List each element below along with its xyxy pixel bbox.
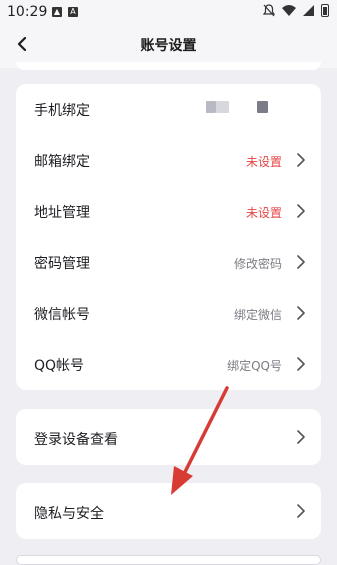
row-label: 登录设备查看 [34,432,118,448]
account-card: 手机绑定 邮箱绑定 未设置 地址管理 未设置 密码管理 修改密码 微信帐号 绑定… [16,84,321,390]
devices-card: 登录设备查看 [16,409,321,465]
chevron-right-icon [297,153,305,167]
image-notification-icon: ▲ [52,7,62,17]
chevron-right-icon [297,204,305,218]
wechat-account-row[interactable]: 微信帐号 绑定微信 [16,288,321,339]
row-value: 修改密码 [233,257,282,271]
chevron-right-icon [297,357,305,371]
row-value: 绑定微信 [233,308,282,322]
chevron-right-icon [297,255,305,269]
row-label: QQ帐号 [34,358,85,374]
privacy-security-row[interactable]: 隐私与安全 [16,483,321,539]
row-label: 地址管理 [34,205,90,221]
row-value: 绑定QQ号 [227,359,282,373]
next-card-edge [16,555,321,565]
password-management-row[interactable]: 密码管理 修改密码 [16,237,321,288]
row-value: 未设置 [245,206,282,220]
signal-icon [303,5,314,16]
privacy-card: 隐私与安全 [16,483,321,539]
header-card-edge [16,62,321,70]
row-label: 隐私与安全 [34,506,104,522]
battery-icon [321,4,329,17]
qq-account-row[interactable]: QQ帐号 绑定QQ号 [16,339,321,390]
chevron-right-icon [297,504,305,518]
row-label: 微信帐号 [34,307,90,323]
row-value: 未设置 [245,155,282,169]
wifi-icon [282,5,296,16]
address-management-row[interactable]: 地址管理 未设置 [16,186,321,237]
row-label: 手机绑定 [34,103,90,119]
page-title: 账号设置 [140,38,197,54]
phone-binding-row[interactable]: 手机绑定 [16,84,321,135]
chevron-right-icon [297,306,305,320]
chevron-right-icon [297,430,305,444]
status-notification-icons: ▲ A [52,7,78,17]
row-label: 邮箱绑定 [34,154,90,170]
app-notification-icon: A [68,7,78,17]
row-label: 密码管理 [34,256,90,272]
status-right-icons [263,4,329,17]
mute-bell-icon [263,4,275,17]
login-devices-row[interactable]: 登录设备查看 [16,409,321,465]
email-binding-row[interactable]: 邮箱绑定 未设置 [16,135,321,186]
status-bar: 10:29 ▲ A [0,0,337,24]
status-time: 10:29 [7,4,48,20]
